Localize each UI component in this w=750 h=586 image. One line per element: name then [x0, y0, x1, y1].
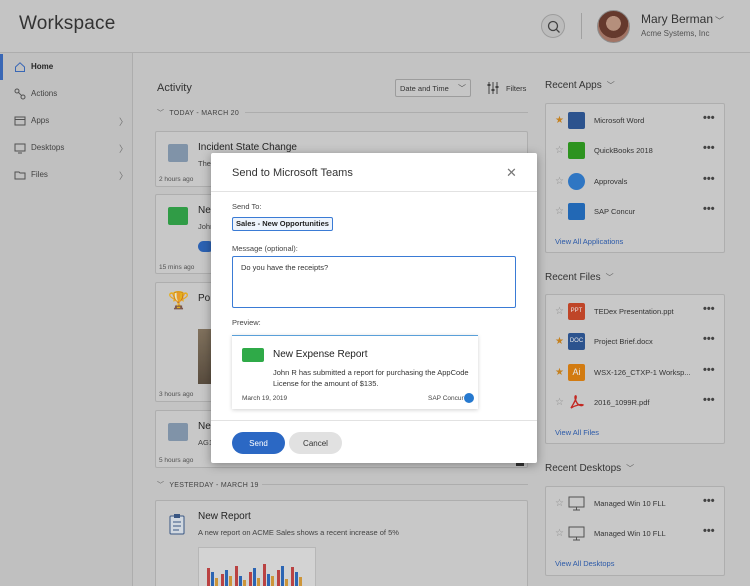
preview-label: Preview:	[232, 318, 261, 327]
send-to-teams-dialog: Send to Microsoft Teams ✕ Send To: Sales…	[211, 153, 537, 463]
divider	[211, 191, 537, 192]
money-icon	[242, 348, 264, 362]
close-icon[interactable]: ✕	[506, 165, 517, 181]
dialog-title: Send to Microsoft Teams	[232, 167, 353, 179]
send-to-chip[interactable]: Sales - New Opportunities	[232, 217, 333, 231]
preview-body: John R has submitted a report for purcha…	[273, 368, 469, 388]
cancel-button[interactable]: Cancel	[289, 432, 342, 454]
concur-icon	[464, 393, 474, 403]
message-field[interactable]: Do you have the receipts?	[232, 256, 516, 308]
message-label: Message (optional):	[232, 244, 298, 253]
preview-title: New Expense Report	[273, 349, 368, 360]
divider	[211, 420, 537, 421]
preview-source: SAP Concur	[428, 395, 464, 402]
send-to-label: Send To:	[232, 202, 262, 211]
send-button[interactable]: Send	[232, 432, 285, 454]
preview-card: New Expense Report John R has submitted …	[232, 335, 478, 409]
preview-date: March 19, 2019	[242, 395, 288, 402]
